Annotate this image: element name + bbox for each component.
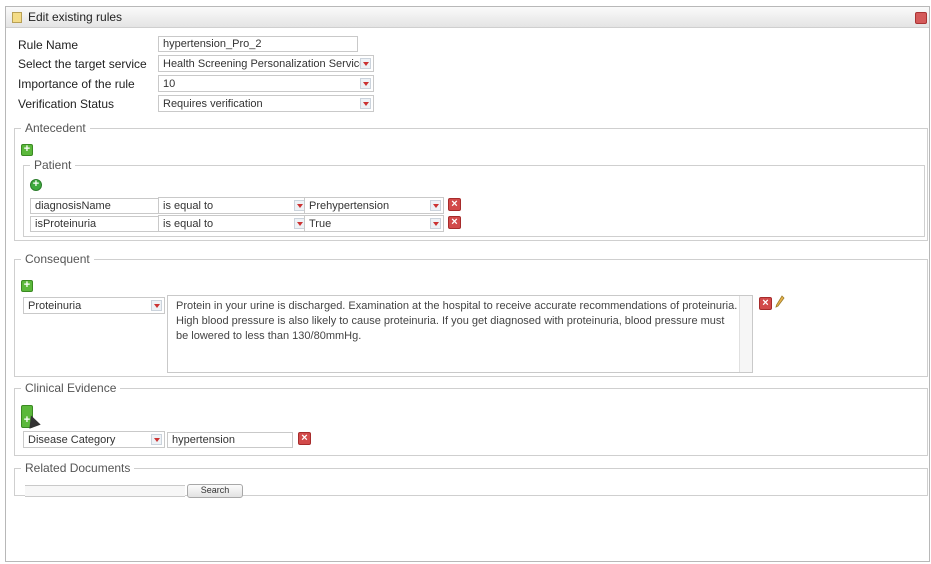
document-search-input[interactable] <box>25 485 185 497</box>
plus-circle-icon[interactable]: + <box>30 179 42 191</box>
clinical-evidence-legend: Clinical Evidence <box>21 381 121 395</box>
chevron-down-icon[interactable] <box>360 78 371 89</box>
condition-operator-value: is equal to <box>163 218 214 230</box>
rule-name-input[interactable]: hypertension_Pro_2 <box>158 36 358 52</box>
scrollbar[interactable] <box>739 296 752 372</box>
window-titlebar: Edit existing rules <box>6 7 929 28</box>
verification-label: Verification Status <box>18 97 115 111</box>
window-title: Edit existing rules <box>28 10 123 24</box>
target-service-value: Health Screening Personalization Service <box>163 58 366 70</box>
evidence-category-select[interactable]: Disease Category <box>23 431 165 448</box>
patient-legend: Patient <box>30 158 76 172</box>
importance-value: 10 <box>163 78 176 90</box>
importance-select[interactable]: 10 <box>158 75 374 92</box>
patient-section: Patient + diagnosisName is equal to Preh… <box>23 158 925 237</box>
mouse-cursor-icon <box>25 413 41 429</box>
related-documents-legend: Related Documents <box>21 461 135 475</box>
search-button[interactable]: Search <box>187 484 243 498</box>
delete-icon[interactable]: × <box>298 432 311 445</box>
pencil-icon[interactable] <box>775 295 785 309</box>
consequent-category-value: Proteinuria <box>28 300 82 312</box>
consequent-text-area[interactable]: Protein in your urine is discharged. Exa… <box>167 295 753 373</box>
target-service-select[interactable]: Health Screening Personalization Service <box>158 55 374 72</box>
consequent-section: Consequent + Proteinuria Protein in your… <box>14 252 928 377</box>
evidence-value-input[interactable]: hypertension <box>167 432 293 448</box>
condition-value-text: True <box>309 218 332 230</box>
verification-value: Requires verification <box>163 98 263 110</box>
condition-value-select[interactable]: True <box>304 215 444 232</box>
condition-value-text: Prehypertension <box>309 200 390 212</box>
plus-icon[interactable]: + <box>21 144 33 156</box>
consequent-category-select[interactable]: Proteinuria <box>23 297 165 314</box>
condition-operator-value: is equal to <box>163 200 214 212</box>
evidence-category-value: Disease Category <box>28 434 116 446</box>
consequent-legend: Consequent <box>21 252 94 266</box>
antecedent-section: Antecedent + Patient + diagnosisName is … <box>14 121 928 241</box>
chevron-down-icon[interactable] <box>430 218 441 229</box>
clinical-evidence-section: Clinical Evidence + Disease Category hyp… <box>14 381 928 456</box>
chevron-down-icon[interactable] <box>430 200 441 211</box>
related-documents-section: Related Documents Search <box>14 461 928 498</box>
chevron-down-icon[interactable] <box>360 58 371 69</box>
rule-name-label: Rule Name <box>18 38 79 52</box>
antecedent-legend: Antecedent <box>21 121 90 135</box>
condition-field-input[interactable]: diagnosisName <box>30 198 162 214</box>
chevron-down-icon[interactable] <box>151 434 162 445</box>
edit-rules-window: Edit existing rules Rule Name hypertensi… <box>5 6 930 562</box>
condition-field-input[interactable]: isProteinuria <box>30 216 162 232</box>
consequent-text: Protein in your urine is discharged. Exa… <box>176 300 738 342</box>
delete-icon[interactable]: × <box>448 216 461 229</box>
verification-select[interactable]: Requires verification <box>158 95 374 112</box>
importance-label: Importance of the rule <box>18 77 135 91</box>
target-service-label: Select the target service <box>18 57 147 71</box>
condition-operator-select[interactable]: is equal to <box>158 197 308 214</box>
condition-value-select[interactable]: Prehypertension <box>304 197 444 214</box>
chevron-down-icon[interactable] <box>360 98 371 109</box>
delete-icon[interactable]: × <box>759 297 772 310</box>
delete-icon[interactable]: × <box>448 198 461 211</box>
condition-operator-select[interactable]: is equal to <box>158 215 308 232</box>
chevron-down-icon[interactable] <box>151 300 162 311</box>
close-button[interactable] <box>915 12 927 24</box>
document-icon <box>12 12 22 23</box>
plus-icon[interactable]: + <box>21 280 33 292</box>
